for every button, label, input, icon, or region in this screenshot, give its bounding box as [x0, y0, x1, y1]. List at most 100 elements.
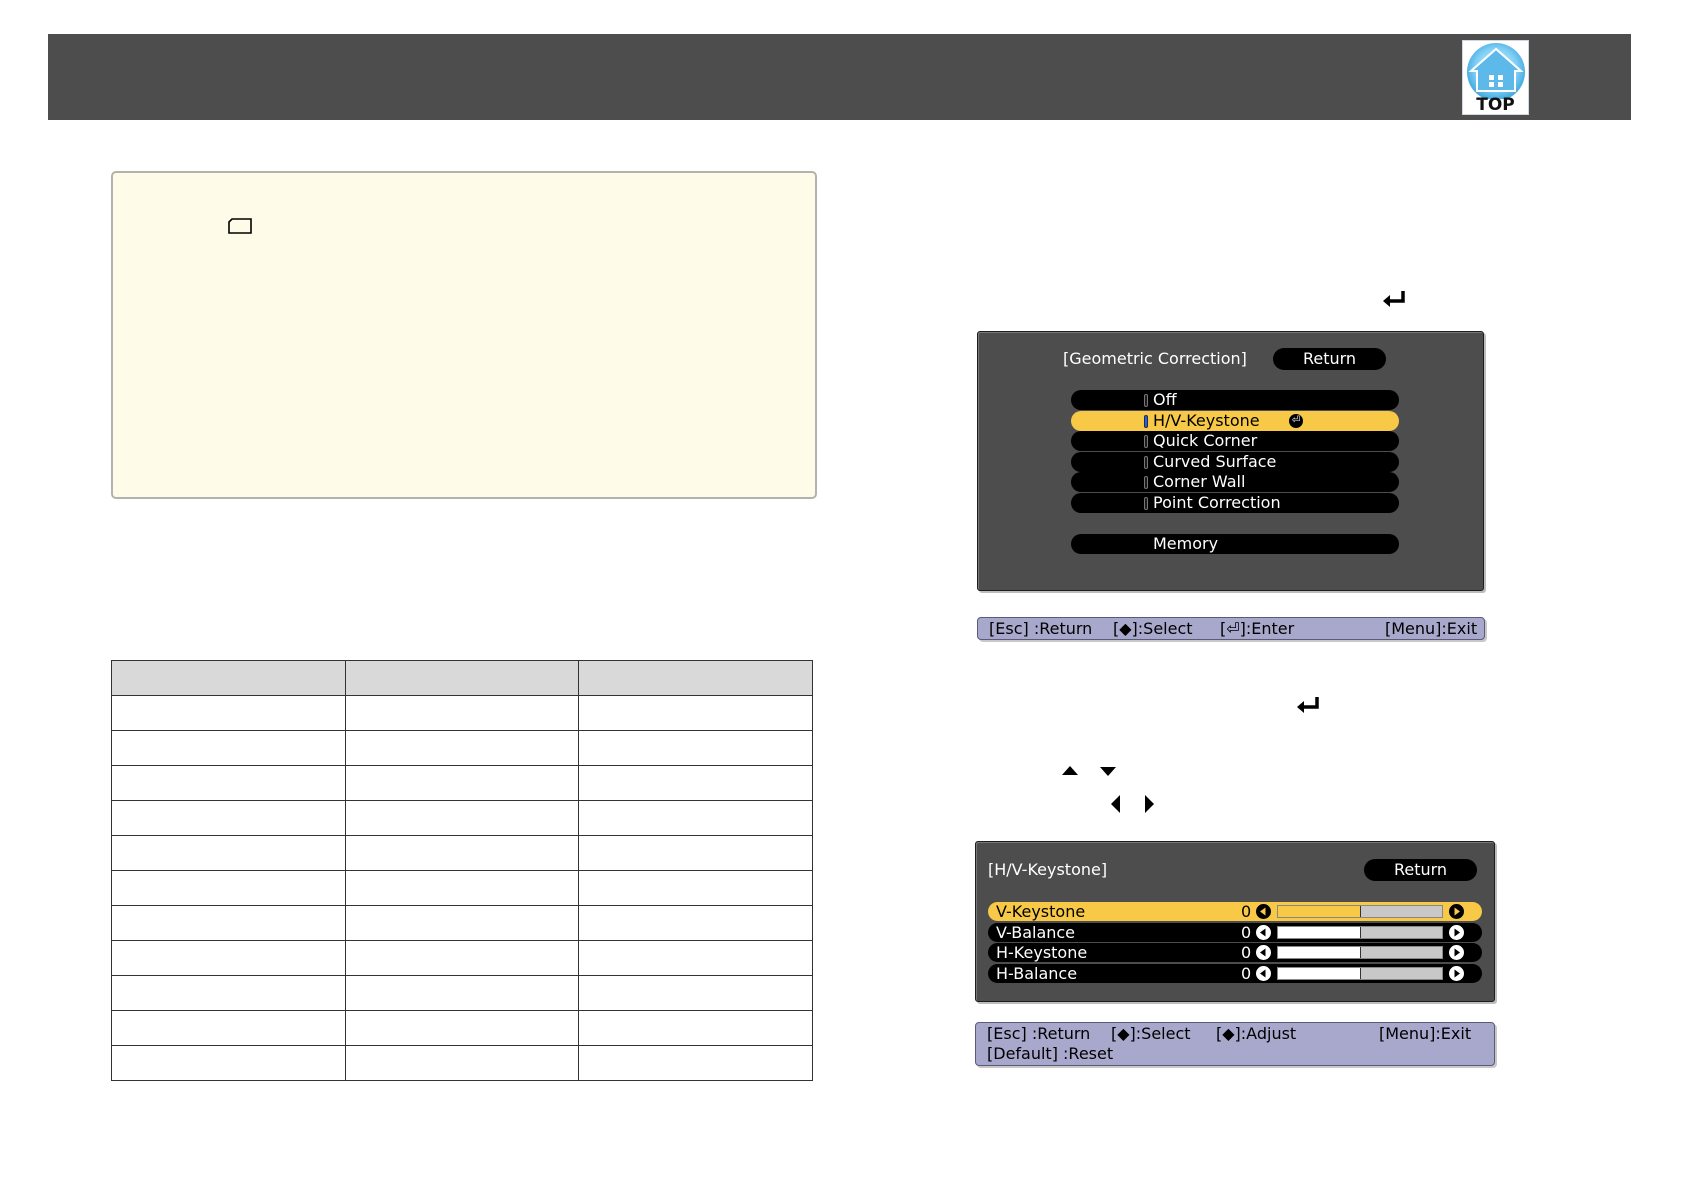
table-cell: [578, 730, 813, 766]
table-row: [111, 870, 813, 906]
decrease-arrow-icon[interactable]: [1256, 904, 1271, 919]
keystone-item-v-balance[interactable]: V-Balance 0: [988, 922, 1482, 942]
increase-arrow-icon[interactable]: [1449, 924, 1464, 940]
return-button[interactable]: Return: [1364, 859, 1477, 881]
slider-fill: [1278, 967, 1361, 979]
return-button[interactable]: Return: [1273, 348, 1386, 370]
menu-item-label: Point Correction: [1153, 492, 1281, 512]
menu-item-off[interactable]: Off: [1071, 390, 1399, 410]
table-cell: [111, 800, 346, 836]
table-cell: [111, 870, 346, 906]
table-cell: [344, 1045, 580, 1081]
table-row: [111, 730, 813, 766]
table-row: [111, 765, 813, 801]
memory-label: Memory: [1153, 534, 1219, 553]
memory-button[interactable]: Memory: [1071, 534, 1399, 554]
table-row: [111, 695, 813, 731]
help-esc: [Esc] :Return: [989, 619, 1093, 638]
up-arrow-icon: [1062, 766, 1078, 775]
column-header: [578, 660, 813, 696]
hv-keystone-help-bar: [Esc] :Return [◆]:Select [◆]:Adjust [Men…: [975, 1022, 1495, 1066]
menu-item-point-correction[interactable]: Point Correction: [1071, 492, 1399, 513]
menu-item-hv-keystone[interactable]: H/V-Keystone ⏎: [1071, 410, 1399, 431]
radio-indicator: [1144, 435, 1148, 449]
table-cell: [578, 695, 813, 731]
decrease-arrow-icon[interactable]: [1256, 945, 1271, 960]
correction-options: Off H/V-Keystone ⏎ Quick Corner Curved Su…: [1071, 390, 1399, 514]
help-esc: [Esc] :Return: [987, 1024, 1091, 1043]
help-select: [◆]:Select: [1113, 619, 1193, 638]
keystone-slider[interactable]: [1277, 905, 1443, 918]
keystone-item-label: H-Balance: [996, 963, 1078, 983]
slider-fill: [1278, 906, 1361, 917]
keystone-item-h-balance[interactable]: H-Balance 0: [988, 963, 1482, 983]
keystone-item-h-keystone[interactable]: H-Keystone 0: [988, 943, 1482, 962]
table-cell: [578, 1010, 813, 1046]
menu-item-label: Quick Corner: [1153, 431, 1258, 451]
table-cell: [111, 730, 346, 766]
help-exit: [Menu]:Exit: [1385, 619, 1478, 638]
table-row: [111, 905, 813, 941]
geometric-correction-menu: [Geometric Correction] Return Off H/V-Ke…: [977, 331, 1484, 591]
keystone-slider[interactable]: [1277, 925, 1443, 939]
geometric-help-bar: [Esc] :Return [◆]:Select [⏎]:Enter [Menu…: [977, 617, 1485, 640]
left-arrow-icon: [1111, 795, 1120, 813]
table-cell: [344, 800, 580, 836]
table-cell: [578, 800, 813, 836]
menu-item-label: Off: [1153, 390, 1177, 409]
table-cell: [111, 975, 346, 1011]
help-enter: [⏎]:Enter: [1220, 619, 1295, 638]
table-row: [111, 835, 813, 871]
menu-item-label: H/V-Keystone: [1153, 410, 1260, 430]
keystone-item-value: 0: [1241, 963, 1252, 983]
keystone-item-label: V-Balance: [996, 922, 1076, 942]
slider-fill: [1278, 926, 1361, 938]
radio-indicator: [1144, 496, 1148, 510]
table-cell: [578, 1045, 813, 1081]
table-row: [111, 1010, 813, 1046]
menu-title: [Geometric Correction]: [1063, 349, 1247, 368]
keystone-item-v-keystone[interactable]: V-Keystone 0: [988, 902, 1482, 921]
table-cell: [344, 870, 580, 906]
keystone-item-label: H-Keystone: [996, 943, 1088, 962]
increase-arrow-icon[interactable]: [1449, 904, 1464, 919]
table-row: [111, 800, 813, 836]
menu-title: [H/V-Keystone]: [988, 860, 1108, 879]
help-exit: [Menu]:Exit: [1379, 1024, 1472, 1043]
table-cell: [344, 695, 580, 731]
help-adjust: [◆]:Adjust: [1216, 1024, 1297, 1043]
table-cell: [578, 940, 813, 976]
column-header: [111, 660, 346, 696]
decrease-arrow-icon[interactable]: [1256, 924, 1271, 940]
table-cell: [111, 835, 346, 871]
radio-indicator: [1144, 455, 1148, 469]
table-cell: [111, 940, 346, 976]
table-cell: [578, 835, 813, 871]
increase-arrow-icon[interactable]: [1449, 945, 1464, 960]
table-cell: [578, 870, 813, 906]
keystone-slider[interactable]: [1277, 966, 1443, 980]
menu-item-label: Curved Surface: [1153, 451, 1277, 471]
table-row: [111, 1045, 813, 1081]
menu-item-curved-surface[interactable]: Curved Surface: [1071, 451, 1399, 472]
table-cell: [111, 905, 346, 941]
header-bar: [48, 34, 1631, 120]
top-button[interactable]: TOP: [1462, 40, 1529, 115]
column-header: [344, 660, 580, 696]
enter-arrow-icon: [1383, 291, 1405, 307]
decrease-arrow-icon[interactable]: [1256, 965, 1271, 981]
table-row: [111, 975, 813, 1011]
enter-arrow-icon: [1297, 697, 1319, 713]
table-cell: [344, 905, 580, 941]
menu-item-corner-wall[interactable]: Corner Wall: [1071, 472, 1399, 493]
keystone-slider[interactable]: [1277, 946, 1443, 959]
table-cell: [344, 975, 580, 1011]
radio-indicator: [1144, 414, 1148, 428]
table-cell: [344, 1010, 580, 1046]
help-select: [◆]:Select: [1111, 1024, 1191, 1043]
increase-arrow-icon[interactable]: [1449, 965, 1464, 981]
table-cell: [111, 765, 346, 801]
enter-icon: ⏎: [1289, 413, 1303, 428]
menu-item-quick-corner[interactable]: Quick Corner: [1071, 431, 1399, 452]
help-default: [Default] :Reset: [987, 1044, 1114, 1063]
